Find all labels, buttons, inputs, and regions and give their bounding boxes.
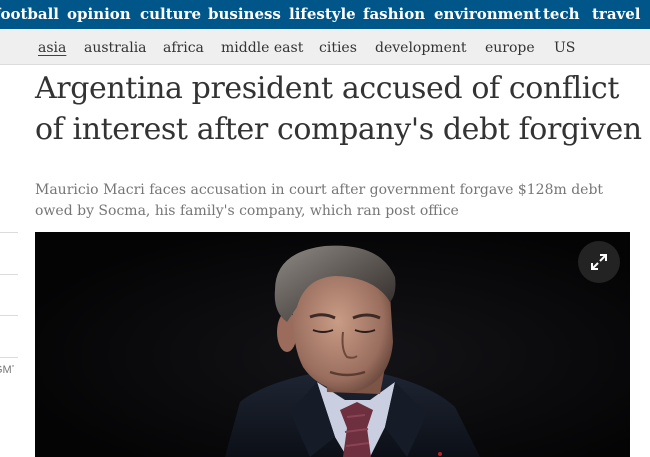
nav-link-culture[interactable]: culture [140,3,201,25]
nav-link-travel[interactable]: travel [592,3,641,25]
expand-arrows-icon [591,254,607,270]
sidebar-divider [0,274,18,275]
nav-link-fashion[interactable]: fashion [363,3,425,25]
subnav-link-development[interactable]: development [375,38,467,58]
subnav-link-australia[interactable]: australia [84,38,147,58]
nav-link-tech[interactable]: tech [543,3,580,25]
nav-link-business[interactable]: business [208,3,281,25]
subnav-link-middle-east[interactable]: middle east [221,38,303,58]
primary-nav: football opinion culture business lifest… [0,0,650,29]
subnav-link-europe[interactable]: europe [485,38,535,58]
article-standfirst: Mauricio Macri faces accusation in court… [35,182,604,219]
nav-link-football[interactable]: football [0,3,59,25]
nav-link-environment[interactable]: environment [434,3,541,25]
sidebar-divider [0,232,18,233]
sidebar-divider [0,315,18,316]
nav-link-lifestyle[interactable]: lifestyle [289,3,356,25]
nav-link-opinion[interactable]: opinion [67,3,131,25]
subnav-link-cities[interactable]: cities [319,38,357,58]
sidebar-timestamp-fragment: GMT [0,364,14,376]
expand-image-button[interactable] [578,241,620,283]
sidebar-divider [0,357,18,358]
subnav-link-africa[interactable]: africa [163,38,204,58]
section-subnav: asia australia africa middle east cities… [0,29,650,65]
subnav-link-asia[interactable]: asia [38,38,66,58]
article-headline: Argentina president accused of conflict … [35,71,642,147]
man-in-suit-photo [35,232,630,457]
article-main-image [35,232,630,457]
subnav-link-us[interactable]: US [554,38,575,58]
